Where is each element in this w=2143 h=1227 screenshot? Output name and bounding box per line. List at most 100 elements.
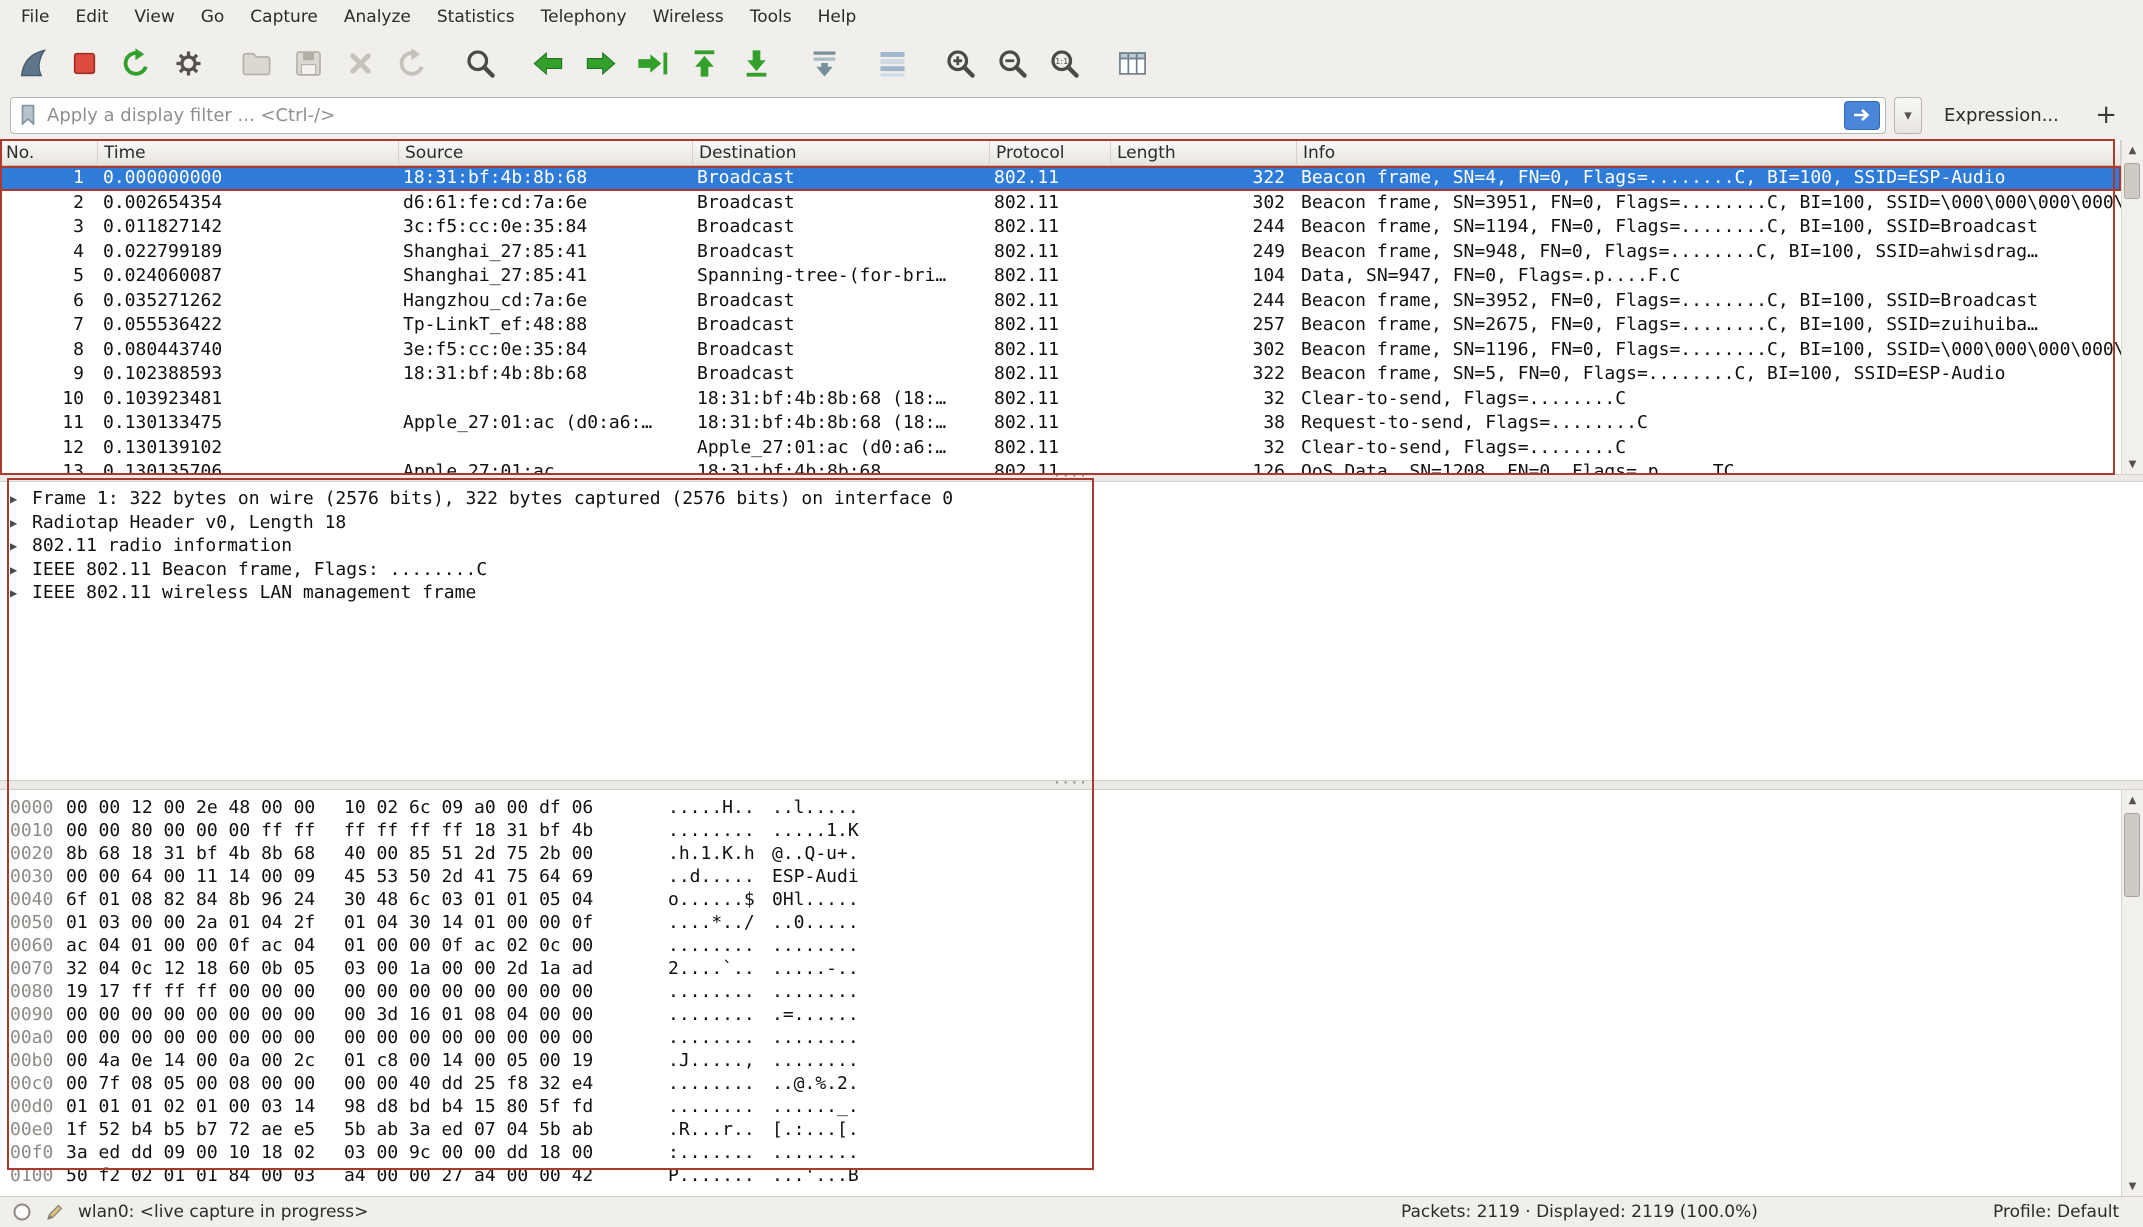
menu-analyze[interactable]: Analyze xyxy=(331,3,424,31)
hex-row-0090[interactable]: 009000 00 00 00 00 00 00 0000 3d 16 01 0… xyxy=(0,1003,2121,1026)
hex-row-0060[interactable]: 0060ac 04 01 00 00 0f ac 0401 00 00 0f a… xyxy=(0,934,2121,957)
zoom-original-button[interactable]: 1:1 xyxy=(1040,39,1088,87)
packet-row-5[interactable]: 50.024060087Shanghai_27:85:41Spanning-tr… xyxy=(0,264,2121,289)
packet-detail-line[interactable]: ▶IEEE 802.11 wireless LAN management fra… xyxy=(0,581,2143,605)
hex-bytes: 19 17 ff ff ff 00 00 00 xyxy=(66,980,315,1003)
hex-row-0100[interactable]: 010050 f2 02 01 01 84 00 03a4 00 00 27 a… xyxy=(0,1164,2121,1187)
hex-row-0010[interactable]: 001000 00 80 00 00 00 ff ffff ff ff ff 1… xyxy=(0,819,2121,842)
capture-ready-icon[interactable] xyxy=(12,1202,32,1222)
packet-row-4[interactable]: 40.022799189Shanghai_27:85:41Broadcast80… xyxy=(0,240,2121,265)
hex-row-0080[interactable]: 008019 17 ff ff ff 00 00 0000 00 00 00 0… xyxy=(0,980,2121,1003)
go-first-button[interactable] xyxy=(680,39,728,87)
find-packet-button[interactable] xyxy=(456,39,504,87)
column-header-protocol[interactable]: Protocol xyxy=(990,140,1111,165)
filter-bar: Apply a display filter ... <Ctrl-/> ▾ Ex… xyxy=(0,92,2143,138)
scrollbar-thumb[interactable] xyxy=(2124,163,2140,199)
cell-info: Beacon frame, SN=948, FN=0, Flags=......… xyxy=(1297,240,2121,265)
reload-file-button[interactable] xyxy=(388,39,436,87)
restart-capture-button[interactable] xyxy=(112,39,160,87)
resize-columns-button[interactable] xyxy=(1108,39,1156,87)
hex-row-00e0[interactable]: 00e01f 52 b4 b5 b7 72 ae e55b ab 3a ed 0… xyxy=(0,1118,2121,1141)
scroll-up-arrow-icon[interactable]: ▲ xyxy=(2122,790,2143,810)
hex-row-0020[interactable]: 00208b 68 18 31 bf 4b 8b 6840 00 85 51 2… xyxy=(0,842,2121,865)
scrollbar-thumb[interactable] xyxy=(2124,813,2140,897)
list-details-splitter[interactable]: ···· xyxy=(0,474,2143,482)
start-capture-button[interactable] xyxy=(8,39,56,87)
menu-wireless[interactable]: Wireless xyxy=(640,3,737,31)
packet-row-6[interactable]: 60.035271262Hangzhou_cd:7a:6eBroadcast80… xyxy=(0,289,2121,314)
packet-row-11[interactable]: 110.130133475Apple_27:01:ac (d0:a6:…18:3… xyxy=(0,411,2121,436)
hex-row-0070[interactable]: 007032 04 0c 12 18 60 0b 0503 00 1a 00 0… xyxy=(0,957,2121,980)
hex-row-00d0[interactable]: 00d001 01 01 02 01 00 03 1498 d8 bd b4 1… xyxy=(0,1095,2121,1118)
scroll-down-arrow-icon[interactable]: ▼ xyxy=(2122,1176,2143,1196)
go-to-packet-button[interactable] xyxy=(628,39,676,87)
menu-capture[interactable]: Capture xyxy=(237,3,331,31)
menu-telephony[interactable]: Telephony xyxy=(528,3,640,31)
scroll-up-arrow-icon[interactable]: ▲ xyxy=(2122,140,2143,160)
hex-row-00b0[interactable]: 00b000 4a 0e 14 00 0a 00 2c01 c8 00 14 0… xyxy=(0,1049,2121,1072)
profile-text[interactable]: Profile: Default xyxy=(1993,1202,2119,1222)
expander-icon[interactable]: ▶ xyxy=(10,582,17,606)
hex-row-0000[interactable]: 000000 00 12 00 2e 48 00 0010 02 6c 09 a… xyxy=(0,796,2121,819)
column-header-source[interactable]: Source xyxy=(399,140,693,165)
menu-go[interactable]: Go xyxy=(188,3,238,31)
expander-icon[interactable]: ▶ xyxy=(10,488,17,512)
hex-row-00a0[interactable]: 00a000 00 00 00 00 00 00 0000 00 00 00 0… xyxy=(0,1026,2121,1049)
save-file-button[interactable] xyxy=(284,39,332,87)
filter-history-dropdown-button[interactable]: ▾ xyxy=(1894,97,1922,134)
expander-icon[interactable]: ▶ xyxy=(10,535,17,559)
column-header-no[interactable]: No. xyxy=(0,140,98,165)
hex-row-00c0[interactable]: 00c000 7f 08 05 00 08 00 0000 00 40 dd 2… xyxy=(0,1072,2121,1095)
go-back-button[interactable] xyxy=(524,39,572,87)
open-file-button[interactable] xyxy=(232,39,280,87)
go-forward-button[interactable] xyxy=(576,39,624,87)
column-header-info[interactable]: Info xyxy=(1297,140,2121,165)
go-last-button[interactable] xyxy=(732,39,780,87)
packet-detail-line[interactable]: ▶Frame 1: 322 bytes on wire (2576 bits),… xyxy=(0,487,2143,511)
packet-row-12[interactable]: 120.130139102Apple_27:01:ac (d0:a6:…802.… xyxy=(0,436,2121,461)
zoom-out-button[interactable] xyxy=(988,39,1036,87)
display-filter-input[interactable]: Apply a display filter ... <Ctrl-/> xyxy=(10,97,1886,134)
expression-button[interactable]: Expression... xyxy=(1944,105,2059,126)
column-header-destination[interactable]: Destination xyxy=(693,140,990,165)
apply-filter-button[interactable] xyxy=(1844,101,1880,130)
column-header-length[interactable]: Length xyxy=(1111,140,1297,165)
capture-options-button[interactable] xyxy=(164,39,212,87)
packet-detail-line[interactable]: ▶IEEE 802.11 Beacon frame, Flags: ......… xyxy=(0,558,2143,582)
filter-bookmark-icon[interactable] xyxy=(19,103,37,127)
add-filter-button[interactable]: + xyxy=(2095,102,2117,128)
menu-tools[interactable]: Tools xyxy=(737,3,805,31)
packet-row-9[interactable]: 90.10238859318:31:bf:4b:8b:68Broadcast80… xyxy=(0,362,2121,387)
hex-row-00f0[interactable]: 00f03a ed dd 09 00 10 18 0203 00 9c 00 0… xyxy=(0,1141,2121,1164)
packet-row-3[interactable]: 30.0118271423c:f5:cc:0e:35:84Broadcast80… xyxy=(0,215,2121,240)
expander-icon[interactable]: ▶ xyxy=(10,512,17,536)
details-bytes-splitter[interactable]: ···· xyxy=(0,780,2143,790)
colorize-button[interactable] xyxy=(868,39,916,87)
hex-row-0040[interactable]: 00406f 01 08 82 84 8b 96 2430 48 6c 03 0… xyxy=(0,888,2121,911)
close-file-button[interactable] xyxy=(336,39,384,87)
expander-icon[interactable]: ▶ xyxy=(10,559,17,583)
packet-row-10[interactable]: 100.10392348118:31:bf:4b:8b:68 (18:…802.… xyxy=(0,387,2121,412)
hex-row-0030[interactable]: 003000 00 64 00 11 14 00 0945 53 50 2d 4… xyxy=(0,865,2121,888)
menu-help[interactable]: Help xyxy=(805,3,870,31)
packet-row-7[interactable]: 70.055536422Tp-LinkT_ef:48:88Broadcast80… xyxy=(0,313,2121,338)
column-header-time[interactable]: Time xyxy=(98,140,399,165)
menu-view[interactable]: View xyxy=(121,3,187,31)
packet-row-8[interactable]: 80.0804437403e:f5:cc:0e:35:84Broadcast80… xyxy=(0,338,2121,363)
scroll-down-arrow-icon[interactable]: ▼ xyxy=(2122,454,2143,474)
stop-capture-button[interactable] xyxy=(60,39,108,87)
packet-row-2[interactable]: 20.002654354d6:61:fe:cd:7a:6eBroadcast80… xyxy=(0,191,2121,216)
packet-detail-line[interactable]: ▶802.11 radio information xyxy=(0,534,2143,558)
bytes-scrollbar[interactable]: ▲ ▼ xyxy=(2121,790,2143,1196)
auto-scroll-button[interactable] xyxy=(800,39,848,87)
zoom-in-button[interactable] xyxy=(936,39,984,87)
packet-list-scrollbar[interactable]: ▲ ▼ xyxy=(2121,140,2143,474)
packet-detail-line[interactable]: ▶Radiotap Header v0, Length 18 xyxy=(0,511,2143,535)
cell-protocol: 802.11 xyxy=(990,264,1111,289)
capture-comment-icon[interactable] xyxy=(45,1202,65,1222)
menu-edit[interactable]: Edit xyxy=(62,3,121,31)
hex-row-0050[interactable]: 005001 03 00 00 2a 01 04 2f01 04 30 14 0… xyxy=(0,911,2121,934)
menu-file[interactable]: File xyxy=(8,3,62,31)
packet-row-1[interactable]: 10.00000000018:31:bf:4b:8b:68Broadcast80… xyxy=(0,166,2121,191)
menu-statistics[interactable]: Statistics xyxy=(424,3,528,31)
